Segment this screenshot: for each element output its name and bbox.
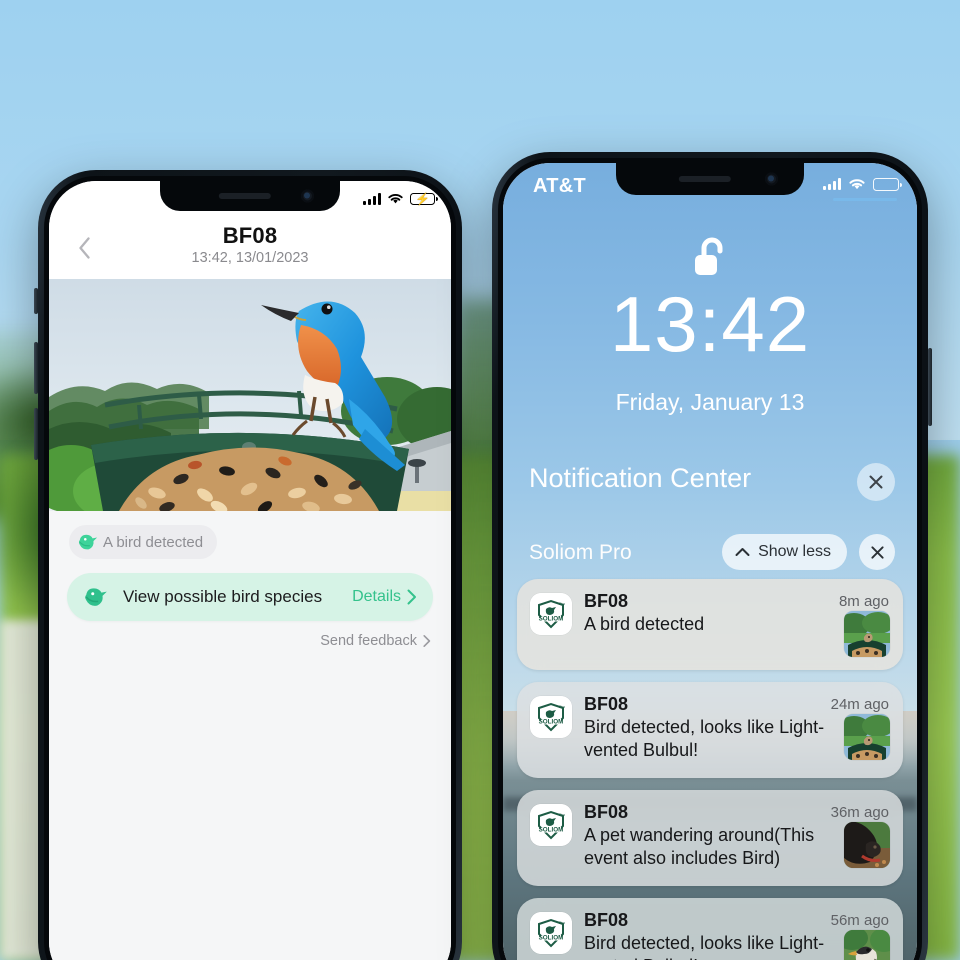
- right-phone-screen: 13:42 Friday, January 13 Notification Ce…: [503, 163, 917, 960]
- chevron-right-icon: [407, 589, 416, 605]
- cellular-bars-icon: [363, 192, 381, 205]
- notification-message: Bird detected, looks like Light-vented B…: [584, 717, 825, 761]
- right-phone-notch: [616, 163, 804, 195]
- notification-app-name: BF08: [584, 910, 629, 930]
- left-phone-notch: [160, 181, 340, 211]
- soliom-shield-icon: SOLIOM Pro: [530, 593, 572, 635]
- page-subtitle: 13:42, 13/01/2023: [191, 250, 309, 266]
- soliom-shield-icon: SOLIOM Pro: [530, 696, 572, 738]
- detection-detail-panel: A bird detected View possible bird speci…: [49, 511, 451, 960]
- notification-card[interactable]: SOLIOM Pro BF08 Bird detected, looks lik…: [517, 898, 903, 960]
- left-phone-volume-down[interactable]: [34, 408, 38, 460]
- dog-thumbnail[interactable]: [844, 822, 890, 868]
- detection-photo[interactable]: [49, 279, 451, 511]
- left-phone-mute-switch[interactable]: [34, 288, 38, 314]
- chevron-up-icon: [735, 548, 750, 556]
- send-feedback-button[interactable]: Send feedback: [320, 633, 431, 649]
- notification-time: 56m ago: [830, 912, 889, 929]
- notification-group-close-button[interactable]: [859, 534, 895, 570]
- notification-time: 36m ago: [830, 804, 889, 821]
- left-phone-screen: A bird detected View possible bird speci…: [49, 181, 451, 960]
- right-phone-power-button[interactable]: [928, 348, 932, 426]
- bird-thumbnail[interactable]: [844, 930, 890, 960]
- bird-feeder-thumbnail[interactable]: [844, 611, 890, 657]
- lock-screen-clock: 13:42: [609, 280, 811, 368]
- right-phone: 13:42 Friday, January 13 Notification Ce…: [492, 152, 932, 960]
- notification-message: Bird detected, looks like Light-vented B…: [584, 933, 825, 960]
- soliom-shield-icon: SOLIOM Pro: [530, 804, 572, 846]
- svg-text:Pro: Pro: [559, 920, 566, 925]
- bird-icon: [85, 588, 107, 606]
- battery-charging-icon: ⚡: [410, 192, 438, 205]
- notification-card[interactable]: SOLIOM Pro BF08 Bird detected, looks lik…: [517, 682, 903, 778]
- front-camera: [765, 172, 778, 186]
- notification-list: SOLIOM Pro BF08 A bird detected 8m ago S…: [517, 579, 903, 960]
- close-icon: [870, 545, 884, 559]
- details-label: Details: [352, 588, 401, 605]
- svg-text:SOLIOM: SOLIOM: [539, 616, 564, 623]
- soliom-shield-icon: SOLIOM Pro: [530, 912, 572, 954]
- page-title: BF08: [222, 223, 278, 248]
- close-icon: [869, 475, 883, 489]
- notification-message: A pet wandering around(This event also i…: [584, 825, 815, 869]
- left-phone-volume-up[interactable]: [34, 342, 38, 394]
- bird-icon: [78, 534, 98, 550]
- svg-text:SOLIOM: SOLIOM: [539, 935, 564, 942]
- notification-message: A bird detected: [584, 614, 705, 634]
- status-bar-underline: [833, 198, 897, 201]
- cellular-bars-icon: [823, 178, 841, 190]
- notification-time: 24m ago: [830, 696, 889, 713]
- bird-feeder-thumbnail[interactable]: [844, 714, 890, 760]
- notification-time: 8m ago: [838, 593, 889, 610]
- view-bird-species-label: View possible bird species: [123, 587, 323, 606]
- send-feedback-label: Send feedback: [320, 633, 417, 649]
- lock-screen-date: Friday, January 13: [615, 389, 805, 415]
- svg-text:SOLIOM: SOLIOM: [539, 827, 564, 834]
- detail-navigation-bar: BF08 13:42, 13/01/2023: [49, 223, 451, 279]
- notification-group-title: Soliom Pro: [529, 541, 632, 564]
- view-bird-species-card[interactable]: View possible bird species Details: [67, 573, 433, 621]
- notification-app-name: BF08: [584, 591, 629, 611]
- show-less-button[interactable]: Show less: [722, 534, 847, 570]
- earpiece-speaker: [218, 193, 271, 199]
- bird-detected-chip-label: A bird detected: [103, 533, 204, 551]
- show-less-label: Show less: [758, 543, 831, 560]
- notification-card[interactable]: SOLIOM Pro BF08 A bird detected 8m ago: [517, 579, 903, 670]
- notification-app-name: BF08: [584, 802, 629, 822]
- left-phone: A bird detected View possible bird speci…: [34, 170, 462, 960]
- svg-text:Pro: Pro: [559, 812, 566, 817]
- carrier-label: AT&T: [533, 175, 587, 197]
- svg-text:SOLIOM: SOLIOM: [539, 719, 564, 726]
- earpiece-speaker: [678, 176, 731, 182]
- chevron-right-icon: [423, 635, 431, 647]
- notification-center-close-button[interactable]: [857, 463, 895, 501]
- bird-detected-chip: A bird detected: [69, 525, 218, 559]
- battery-icon: [873, 177, 902, 191]
- notification-card[interactable]: SOLIOM Pro BF08 A pet wandering around(T…: [517, 790, 903, 886]
- svg-text:Pro: Pro: [559, 704, 566, 709]
- front-camera: [301, 189, 314, 203]
- notification-center-title: Notification Center: [529, 463, 752, 493]
- wifi-icon: [388, 193, 403, 204]
- svg-text:Pro: Pro: [559, 601, 566, 606]
- notification-app-name: BF08: [584, 694, 629, 714]
- wifi-icon: [849, 179, 865, 190]
